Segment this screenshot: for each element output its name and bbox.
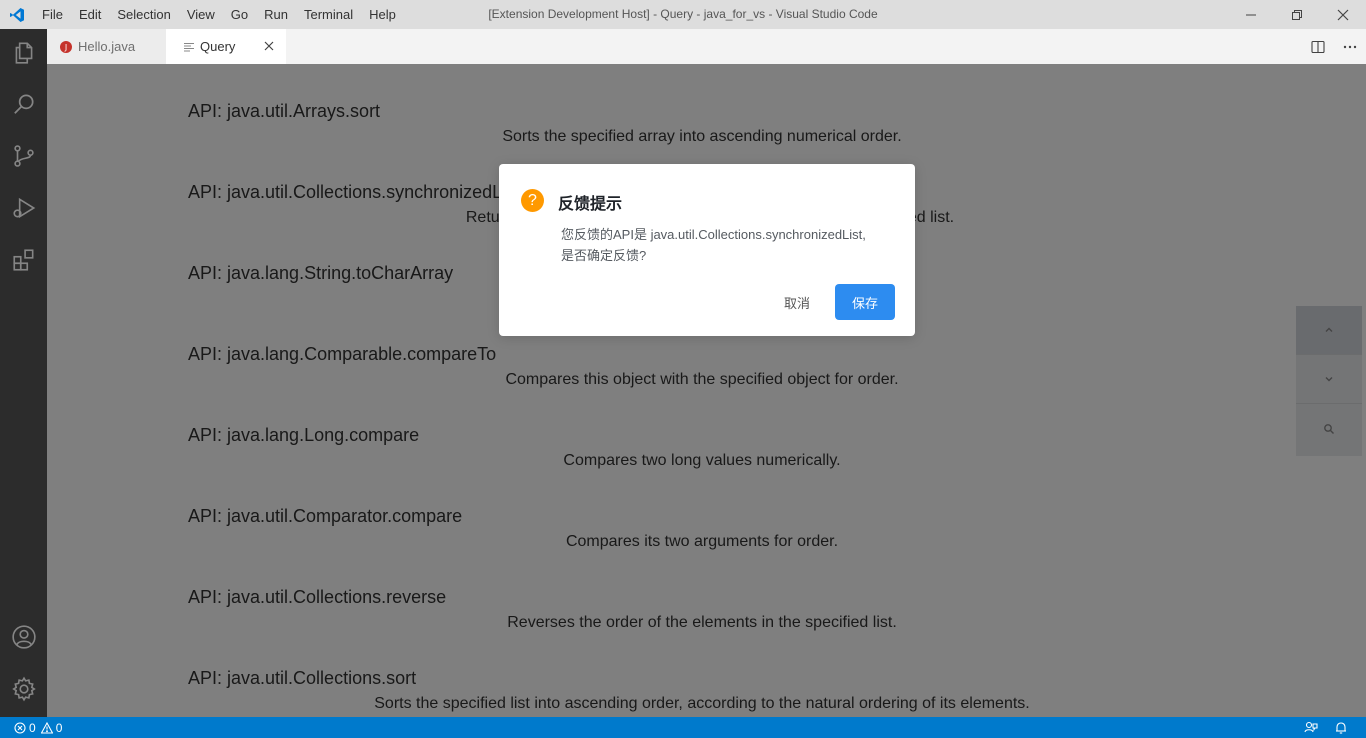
java-file-icon: J bbox=[60, 40, 72, 53]
explorer-button[interactable] bbox=[0, 29, 47, 77]
run-debug-icon bbox=[12, 197, 35, 219]
split-editor-icon bbox=[1311, 40, 1325, 53]
dialog-title: 反馈提示 bbox=[558, 196, 623, 213]
modal-overlay[interactable] bbox=[47, 64, 1366, 717]
bell-icon bbox=[1336, 721, 1346, 734]
gear-icon bbox=[11, 676, 36, 702]
menu-go[interactable]: Go bbox=[223, 0, 256, 29]
extensions-button[interactable] bbox=[0, 236, 47, 284]
warning-icon: ? bbox=[521, 189, 544, 212]
source-control-button[interactable] bbox=[0, 132, 47, 180]
close-tab-button[interactable] bbox=[262, 39, 276, 53]
error-icon bbox=[14, 721, 26, 734]
files-icon bbox=[15, 42, 32, 64]
status-bar: 0 0 bbox=[0, 717, 1366, 738]
manage-button[interactable] bbox=[0, 665, 47, 713]
dialog-message-line: 您反馈的API是 java.util.Collections.synchroni… bbox=[561, 227, 866, 242]
menu-view[interactable]: View bbox=[179, 0, 223, 29]
warning-count: 0 bbox=[55, 720, 63, 735]
more-actions-button[interactable] bbox=[1334, 29, 1366, 64]
close-icon bbox=[264, 41, 274, 51]
feedback-button[interactable] bbox=[1296, 717, 1326, 738]
tab-label: Hello.java bbox=[78, 39, 136, 54]
source-control-icon bbox=[13, 145, 34, 167]
close-window-button[interactable] bbox=[1320, 0, 1366, 29]
extensions-icon bbox=[12, 249, 33, 271]
dialog-message: 您反馈的API是 java.util.Collections.synchroni… bbox=[561, 224, 901, 266]
restore-button[interactable] bbox=[1274, 0, 1320, 29]
preview-icon bbox=[184, 42, 194, 52]
tab-bar: J Hello.java Query bbox=[47, 29, 1366, 64]
menu-terminal[interactable]: Terminal bbox=[296, 0, 361, 29]
tab-query[interactable]: Query bbox=[166, 29, 286, 64]
menu-selection[interactable]: Selection bbox=[109, 0, 178, 29]
restore-icon bbox=[1292, 9, 1302, 20]
tab-hello-java[interactable]: J Hello.java bbox=[47, 29, 166, 64]
warning-icon bbox=[40, 721, 53, 734]
svg-text:J: J bbox=[64, 43, 67, 52]
minimize-button[interactable] bbox=[1228, 0, 1274, 29]
tab-label: Query bbox=[200, 39, 236, 54]
feedback-dialog: ? 反馈提示 您反馈的API是 java.util.Collections.sy… bbox=[499, 164, 915, 336]
menu-help[interactable]: Help bbox=[361, 0, 404, 29]
search-icon bbox=[13, 94, 34, 114]
search-button[interactable] bbox=[0, 80, 47, 128]
cancel-button[interactable]: 取消 bbox=[770, 284, 824, 320]
window-controls bbox=[1228, 0, 1366, 29]
more-icon bbox=[1343, 45, 1357, 48]
run-debug-button[interactable] bbox=[0, 184, 47, 232]
feedback-icon bbox=[1304, 721, 1318, 732]
accounts-button[interactable] bbox=[0, 613, 47, 661]
status-right bbox=[1296, 717, 1356, 738]
problems-indicator[interactable]: 0 0 bbox=[0, 717, 62, 738]
menu-bar: File Edit Selection View Go Run Terminal… bbox=[34, 0, 404, 29]
account-icon bbox=[11, 625, 36, 649]
menu-edit[interactable]: Edit bbox=[71, 0, 109, 29]
error-count: 0 bbox=[29, 720, 36, 735]
close-icon bbox=[1337, 9, 1349, 20]
minimize-icon bbox=[1246, 14, 1256, 15]
menu-file[interactable]: File bbox=[34, 0, 71, 29]
save-button[interactable]: 保存 bbox=[835, 284, 895, 320]
notifications-button[interactable] bbox=[1326, 717, 1356, 738]
vscode-logo-icon bbox=[0, 0, 34, 29]
activity-bar bbox=[0, 29, 47, 717]
title-bar: File Edit Selection View Go Run Terminal… bbox=[0, 0, 1366, 29]
split-editor-button[interactable] bbox=[1302, 29, 1334, 64]
editor-actions bbox=[1302, 29, 1366, 64]
dialog-message-line: 是否确定反馈? bbox=[561, 248, 647, 263]
menu-run[interactable]: Run bbox=[256, 0, 296, 29]
